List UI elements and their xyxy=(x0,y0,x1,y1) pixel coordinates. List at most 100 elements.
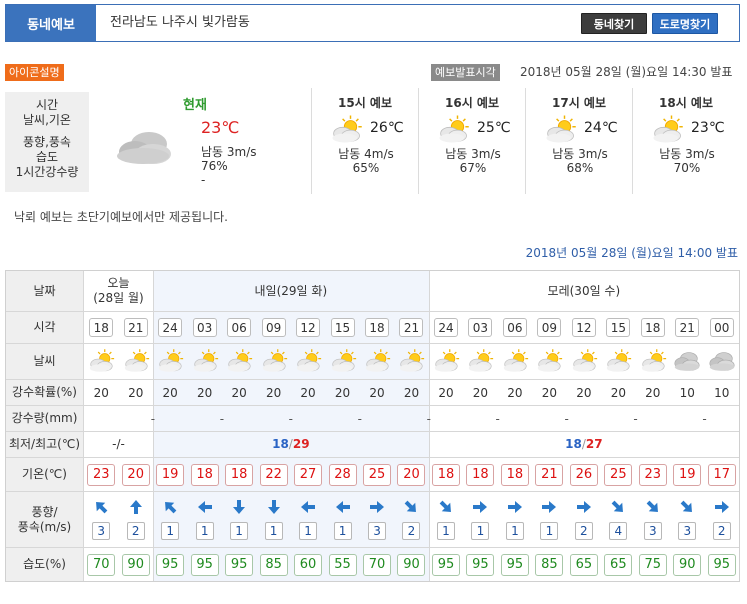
wind-speed: 2 xyxy=(126,522,145,540)
forecast-humidity: 68% xyxy=(566,161,594,175)
row-temp: 기온(℃) 23 20 19 18 18 22 27 28 25 20 18 18 18 21 26 25 23… xyxy=(6,457,739,491)
wind-speed: 1 xyxy=(540,522,559,540)
humidity-cell: 70 xyxy=(84,548,118,581)
minmax-cell: -/- xyxy=(84,432,153,457)
hour-cell: 21 xyxy=(394,312,428,343)
weather-cell xyxy=(394,344,428,379)
partly-cloudy-icon xyxy=(569,348,599,376)
forecast-table: 날짜 오늘 (28일 월) 내일(29일 화) 모레(30일 수) 시각 18 21 2… xyxy=(5,270,740,582)
label-humidity: 습도(%) xyxy=(6,548,84,581)
humidity-cell: 95 xyxy=(463,548,497,581)
humidity-cell: 95 xyxy=(153,548,187,581)
icon-help-button[interactable]: 아이콘설명 xyxy=(5,64,64,81)
weather-cell xyxy=(498,344,532,379)
humidity-value: 95 xyxy=(500,553,529,576)
rain-amount-cell: - xyxy=(136,406,170,431)
wind-cell: 1 xyxy=(498,492,532,547)
wind-arrow-icon xyxy=(438,499,454,518)
current-now: 현재 23℃ 남동 3m/s 76% - xyxy=(101,88,301,194)
wind-arrow-icon xyxy=(231,499,247,518)
humidity-value: 55 xyxy=(328,553,357,576)
hour-label: 12 xyxy=(571,318,596,337)
forecast-title: 17시 예보 xyxy=(552,96,606,110)
rain-prob-cell: 20 xyxy=(429,380,463,405)
temp-value: 23 xyxy=(638,463,667,486)
forecast-wind: 남동 3m/s xyxy=(445,147,501,161)
forecast-card: 17시 예보 24℃ 남동 3m/s 68% xyxy=(525,88,631,194)
temp-cell: 28 xyxy=(325,458,359,491)
humidity-value: 95 xyxy=(156,553,185,576)
day-header: 오늘 (28일 월) xyxy=(93,276,144,305)
rain-prob-value: 10 xyxy=(679,385,695,400)
wind-cell: 3 xyxy=(636,492,670,547)
wind-cell: 1 xyxy=(291,492,325,547)
row-minmax: 최저/최고(℃) -/- 18/29 18/27 xyxy=(6,431,739,457)
partly-cloudy-icon xyxy=(155,348,185,376)
legend-humidity: 습도 xyxy=(35,150,59,164)
current-details: 남동 3m/s 76% - xyxy=(201,145,257,187)
wind-arrow-icon xyxy=(541,499,557,518)
forecast-card: 15시 예보 26℃ 남동 4m/s 65% xyxy=(311,88,417,194)
rain-amount-cell: - xyxy=(343,406,377,431)
wind-arrow-icon xyxy=(507,499,523,518)
forecast-temp: 25℃ xyxy=(477,120,511,136)
hour-cell: 12 xyxy=(291,312,325,343)
weather-cell xyxy=(567,344,601,379)
forecast-title: 18시 예보 xyxy=(659,96,713,110)
find-road-button[interactable]: 도로명찾기 xyxy=(652,13,718,34)
row-time: 시각 18 21 24 03 06 09 12 15 18 21 24 03 06 09 12 15 18 21 0… xyxy=(6,311,739,343)
temp-cell: 20 xyxy=(118,458,152,491)
wind-arrow-icon xyxy=(610,499,626,518)
hour-cell: 15 xyxy=(325,312,359,343)
wind-arrow-icon xyxy=(197,499,213,518)
temp-cell: 23 xyxy=(84,458,118,491)
temp-cell: 23 xyxy=(636,458,670,491)
hour-cell: 18 xyxy=(84,312,118,343)
forecast-details: 남동 4m/s 65% xyxy=(322,147,410,175)
humidity-value: 90 xyxy=(121,553,150,576)
wind-arrow-icon xyxy=(679,499,695,518)
partly-cloudy-icon xyxy=(86,348,116,376)
hour-label: 18 xyxy=(365,318,390,337)
tab-dongne-forecast[interactable]: 동네예보 xyxy=(6,5,96,41)
current-temp: 23℃ xyxy=(201,118,240,137)
rain-prob-value: 20 xyxy=(162,385,178,400)
temp-value: 18 xyxy=(500,463,529,486)
wind-arrow-icon xyxy=(300,499,316,518)
humidity-value: 95 xyxy=(466,553,495,576)
label-date: 날짜 xyxy=(6,271,84,311)
label-weather: 날씨 xyxy=(6,344,84,379)
humidity-cell: 65 xyxy=(567,548,601,581)
partly-cloudy-icon xyxy=(190,348,220,376)
humidity-cell: 65 xyxy=(601,548,635,581)
humidity-value: 65 xyxy=(604,553,633,576)
wind-cell: 1 xyxy=(222,492,256,547)
forecast-card: 18시 예보 23℃ 남동 3m/s 70% xyxy=(632,88,738,194)
lightning-notice: 낙뢰 예보는 초단기예보에서만 제공됩니다. xyxy=(14,210,228,224)
rain-prob-cell: 20 xyxy=(118,380,152,405)
temp-cell: 20 xyxy=(394,458,428,491)
forecast-wind: 남동 3m/s xyxy=(659,147,715,161)
rain-prob-cell: 20 xyxy=(567,380,601,405)
partly-cloudy-icon xyxy=(542,114,578,147)
rain-prob-cell: 20 xyxy=(498,380,532,405)
rain-prob-value: 20 xyxy=(369,385,385,400)
partly-cloudy-icon xyxy=(638,348,668,376)
forecast-temp: 23℃ xyxy=(691,120,725,136)
partly-cloudy-icon xyxy=(396,348,426,376)
wind-cell: 1 xyxy=(325,492,359,547)
temp-cell: 18 xyxy=(498,458,532,491)
rain-prob-value: 20 xyxy=(128,385,144,400)
row-humidity: 습도(%) 70 90 95 95 95 85 60 55 70 90 95 95 95 85 65 65 75… xyxy=(6,547,739,581)
current-rain: - xyxy=(201,173,206,187)
min-temp: 18 xyxy=(272,437,289,451)
find-area-button[interactable]: 동네찾기 xyxy=(581,13,647,34)
location-text: 전라남도 나주시 빛가람동 xyxy=(110,15,250,30)
partly-cloudy-icon xyxy=(259,348,289,376)
rain-prob-cell: 20 xyxy=(153,380,187,405)
rain-prob-value: 10 xyxy=(714,385,730,400)
partly-cloudy-icon xyxy=(362,348,392,376)
cloudy-icon xyxy=(707,348,737,376)
rain-prob-cell: 20 xyxy=(325,380,359,405)
humidity-cell: 90 xyxy=(670,548,704,581)
